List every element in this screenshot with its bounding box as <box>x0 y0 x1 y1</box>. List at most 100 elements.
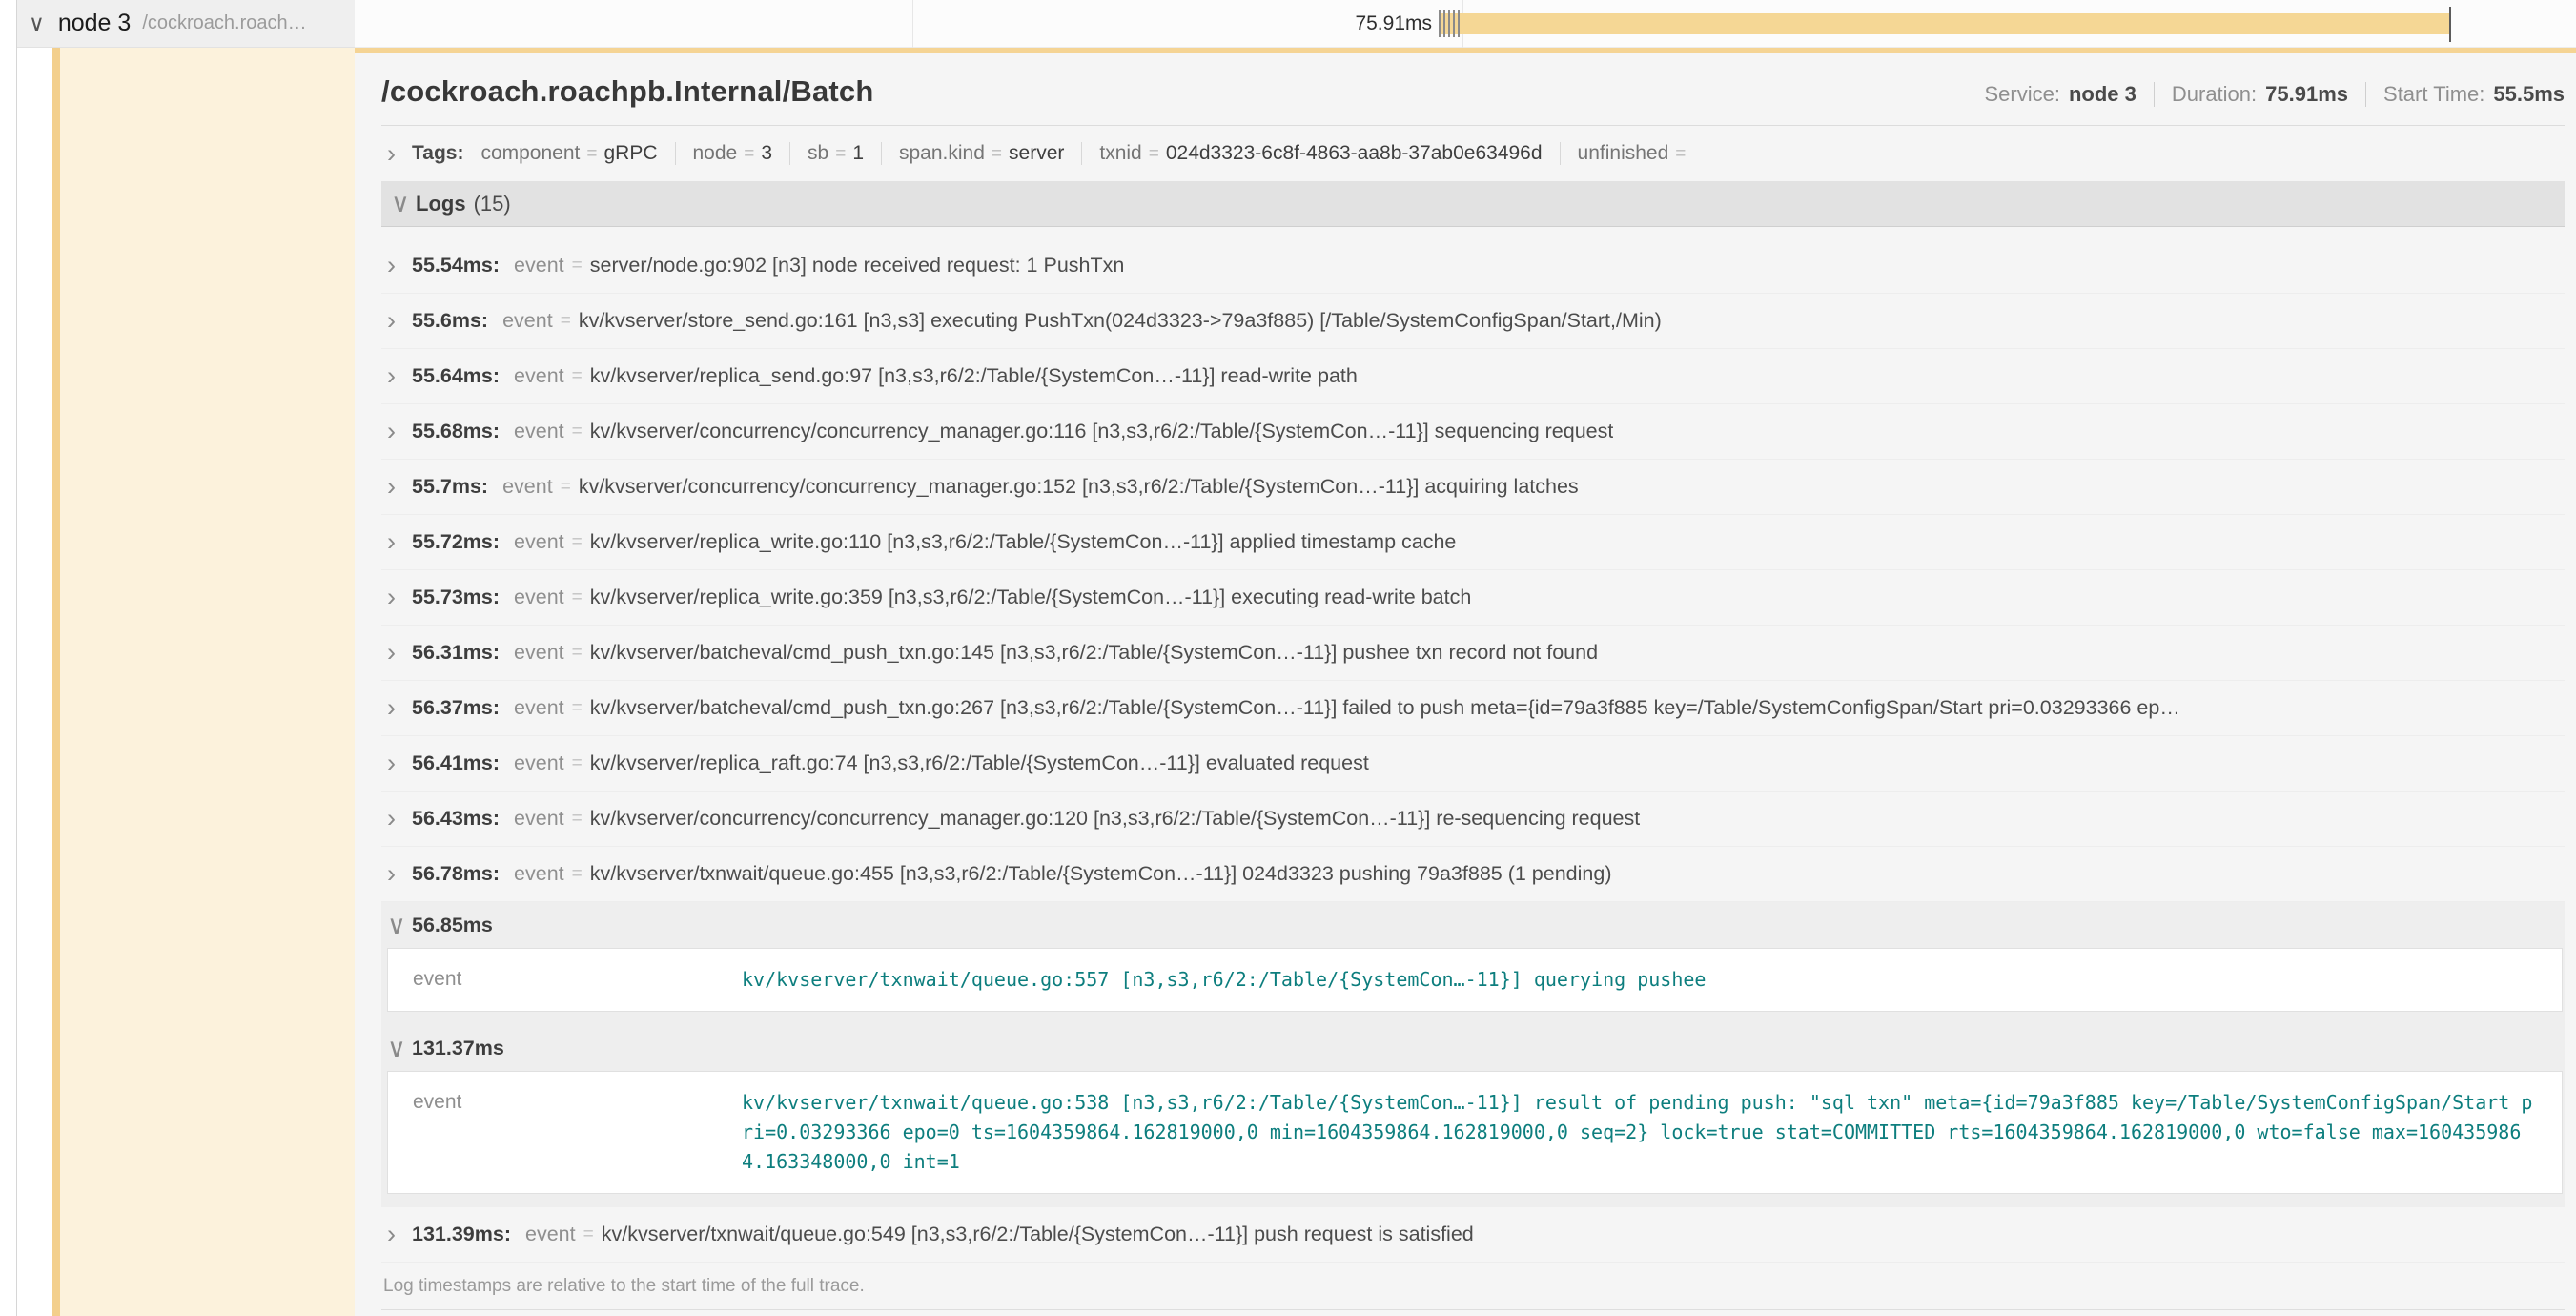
chevron-right-icon[interactable]: › <box>387 422 412 442</box>
log-field-value: kv/kvserver/concurrency/concurrency_mana… <box>579 475 1579 499</box>
span-end-marker <box>2449 7 2451 42</box>
span-row-highlight-column <box>60 48 355 1316</box>
tag-item: node = 3 <box>675 142 790 165</box>
log-field-key: event <box>514 254 564 278</box>
log-timestamp: 55.68ms: <box>412 420 500 443</box>
log-entry-expanded-header[interactable]: ∨ 131.37ms <box>381 1025 2565 1071</box>
span-meta: Service: node 3 Duration: 75.91ms Start … <box>1984 82 2565 109</box>
log-entry-expanded: ∨ 131.37ms event kv/kvserver/txnwait/que… <box>381 1025 2565 1207</box>
log-timestamp: 56.37ms: <box>412 696 500 720</box>
tag-item: txnid = 024d3323-6c8f-4863-aa8b-37ab0e63… <box>1081 142 1559 165</box>
log-entry[interactable]: › 55.54ms: event = server/node.go:902 [n… <box>381 238 2565 294</box>
log-timestamp: 56.41ms: <box>412 751 500 775</box>
log-entry[interactable]: › 55.7ms: event = kv/kvserver/concurrenc… <box>381 460 2565 515</box>
equals-sign: = <box>572 698 583 719</box>
span-timeline: 75.91ms <box>355 0 2576 48</box>
log-timestamp: 131.37ms <box>412 1037 504 1060</box>
trace-detail-view: ∨ node 3 /cockroach.roach… 75.91ms /cock… <box>0 0 2576 1316</box>
meta-duration: Duration: 75.91ms <box>2154 82 2348 107</box>
log-entry[interactable]: › 56.78ms: event = kv/kvserver/txnwait/q… <box>381 847 2565 902</box>
meta-service: Service: node 3 <box>1984 82 2136 107</box>
chevron-right-icon[interactable]: › <box>387 366 412 386</box>
log-entry[interactable]: › 55.68ms: event = kv/kvserver/concurren… <box>381 404 2565 460</box>
equals-sign: = <box>583 1224 594 1245</box>
tag-value: 3 <box>761 142 772 165</box>
chevron-right-icon[interactable]: › <box>387 643 412 663</box>
span-duration-bar[interactable] <box>1439 13 2449 34</box>
log-entry[interactable]: › 56.41ms: event = kv/kvserver/replica_r… <box>381 736 2565 792</box>
log-field-key: event <box>502 309 553 333</box>
chevron-right-icon[interactable]: › <box>387 698 412 718</box>
tags-label: Tags: <box>412 142 463 165</box>
tag-key: component <box>480 142 580 165</box>
chevron-right-icon[interactable]: › <box>387 532 412 552</box>
tag-key: sb <box>808 142 828 165</box>
meta-service-label: Service: <box>1984 82 2059 107</box>
span-name-cell[interactable]: ∨ node 3 /cockroach.roach… <box>17 0 355 48</box>
logs-footer-note: Log timestamps are relative to the start… <box>381 1263 2565 1309</box>
equals-sign: = <box>992 144 1002 165</box>
log-timestamp: 56.78ms: <box>412 862 500 886</box>
chevron-right-icon[interactable]: › <box>387 256 412 276</box>
tags-section[interactable]: › Tags: component = gRPC node = 3 sb = 1… <box>381 126 2565 177</box>
equals-sign: = <box>572 532 583 553</box>
tag-value: server <box>1009 142 1064 165</box>
log-timestamp: 56.43ms: <box>412 807 500 831</box>
logs-section-header[interactable]: ∨ Logs (15) <box>381 181 2565 227</box>
log-field-key: event <box>514 364 564 388</box>
timeline-gridline <box>912 0 913 48</box>
chevron-right-icon[interactable]: › <box>387 864 412 884</box>
span-service-name: node 3 <box>58 10 131 37</box>
log-field-key: event <box>514 641 564 665</box>
equals-sign: = <box>586 144 597 165</box>
chevron-right-icon[interactable]: › <box>387 809 412 829</box>
log-entry[interactable]: › 56.43ms: event = kv/kvserver/concurren… <box>381 792 2565 847</box>
log-entry[interactable]: › 55.72ms: event = kv/kvserver/replica_w… <box>381 515 2565 570</box>
log-field-key: event <box>514 751 564 775</box>
span-row: ∨ node 3 /cockroach.roach… 75.91ms <box>17 0 2576 48</box>
chevron-down-icon[interactable]: ∨ <box>391 194 416 214</box>
chevron-right-icon[interactable]: › <box>387 753 412 773</box>
log-field-value: kv/kvserver/txnwait/queue.go:549 [n3,s3,… <box>602 1223 1474 1246</box>
equals-sign: = <box>572 366 583 387</box>
equals-sign: = <box>561 311 571 332</box>
equals-sign: = <box>744 144 754 165</box>
log-field-key: event <box>514 530 564 554</box>
chevron-right-icon[interactable]: › <box>387 311 412 331</box>
log-entry[interactable]: › 131.39ms: event = kv/kvserver/txnwait/… <box>381 1207 2565 1263</box>
equals-sign: = <box>1675 144 1686 165</box>
chevron-down-icon[interactable]: ∨ <box>387 915 412 936</box>
chevron-right-icon[interactable]: › <box>387 144 412 164</box>
log-field-value: kv/kvserver/replica_raft.go:74 [n3,s3,r6… <box>590 751 1369 775</box>
log-timestamp: 131.39ms: <box>412 1223 511 1246</box>
log-entry-expanded-header[interactable]: ∨ 56.85ms <box>381 902 2565 948</box>
log-entry[interactable]: › 56.37ms: event = kv/kvserver/batcheval… <box>381 681 2565 736</box>
chevron-right-icon[interactable]: › <box>387 587 412 607</box>
log-entry[interactable]: › 56.31ms: event = kv/kvserver/batcheval… <box>381 626 2565 681</box>
chevron-down-icon[interactable]: ∨ <box>387 1038 412 1059</box>
log-timestamp: 55.54ms: <box>412 254 500 278</box>
log-entry[interactable]: › 55.73ms: event = kv/kvserver/replica_w… <box>381 570 2565 626</box>
log-field-value: kv/kvserver/txnwait/queue.go:538 [n3,s3,… <box>742 1088 2543 1177</box>
chevron-down-icon[interactable]: ∨ <box>17 10 58 36</box>
tag-item: component = gRPC <box>480 142 674 165</box>
log-field-value: kv/kvserver/store_send.go:161 [n3,s3] ex… <box>579 309 1662 333</box>
equals-sign: = <box>572 643 583 664</box>
tag-value: 024d3323-6c8f-4863-aa8b-37ab0e63496d <box>1166 142 1543 165</box>
logs-list: › 55.54ms: event = server/node.go:902 [n… <box>381 238 2565 1263</box>
chevron-right-icon[interactable]: › <box>387 1224 412 1244</box>
log-entry[interactable]: › 55.64ms: event = kv/kvserver/replica_s… <box>381 349 2565 404</box>
log-field-value: server/node.go:902 [n3] node received re… <box>590 254 1125 278</box>
meta-duration-value: 75.91ms <box>2265 82 2348 107</box>
log-entry[interactable]: › 55.6ms: event = kv/kvserver/store_send… <box>381 294 2565 349</box>
log-field-value: kv/kvserver/concurrency/concurrency_mana… <box>590 807 1640 831</box>
log-event-detail: event kv/kvserver/txnwait/queue.go:538 [… <box>387 1071 2563 1194</box>
logs-title: Logs <box>416 192 466 216</box>
meta-service-value: node 3 <box>2069 82 2136 107</box>
tag-value: gRPC <box>603 142 657 165</box>
log-timestamp: 56.31ms: <box>412 641 500 665</box>
equals-sign: = <box>572 422 583 442</box>
log-timestamp: 55.73ms: <box>412 586 500 609</box>
log-timestamp: 56.85ms <box>412 914 493 937</box>
chevron-right-icon[interactable]: › <box>387 477 412 497</box>
